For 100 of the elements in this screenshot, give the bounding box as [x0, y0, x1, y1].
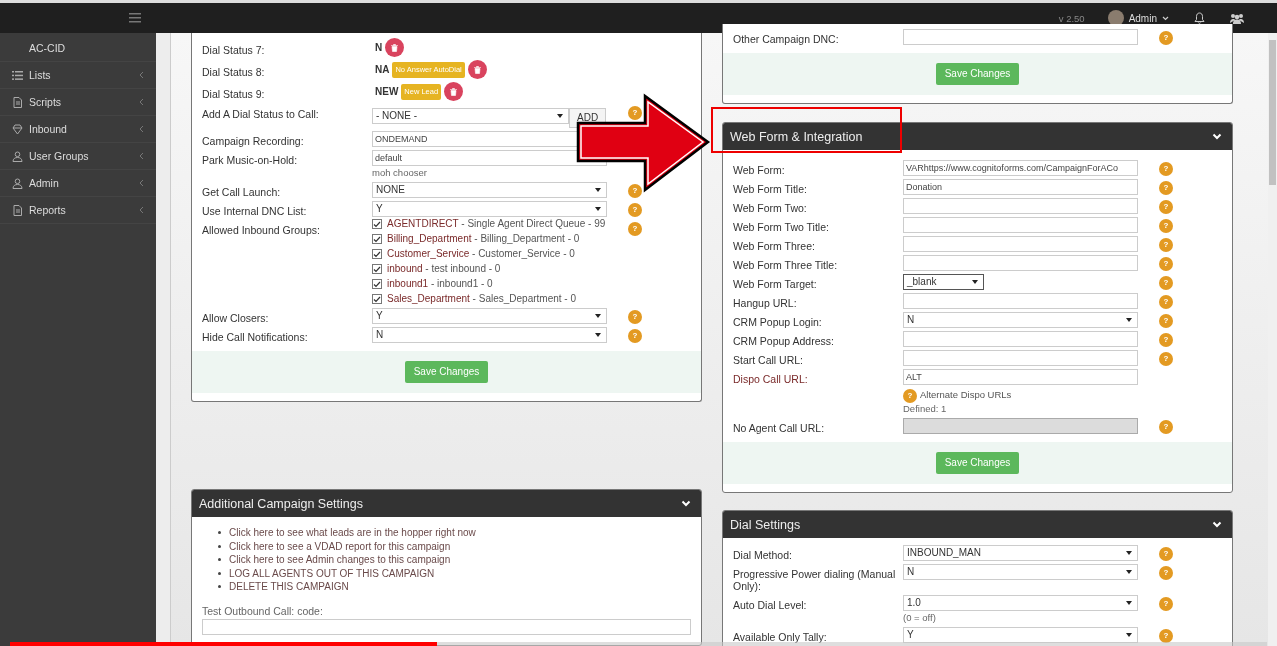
- panel-title: Web Form & Integration: [730, 129, 863, 144]
- checkbox[interactable]: [372, 264, 382, 274]
- select-field[interactable]: Y: [903, 627, 1138, 643]
- document-icon: [12, 96, 23, 108]
- select-field[interactable]: N: [372, 327, 607, 343]
- caret-icon: [595, 314, 601, 318]
- checkbox-label: inbound1 - inbound1 - 0: [387, 278, 493, 290]
- field-label: Other Campaign DNC:: [733, 32, 840, 45]
- input-field[interactable]: [903, 236, 1138, 252]
- campaign-link[interactable]: DELETE THIS CAMPAIGN: [229, 580, 349, 594]
- status-code: NA: [375, 63, 390, 76]
- collapse-icon[interactable]: [1212, 521, 1222, 528]
- input-field[interactable]: [903, 29, 1138, 45]
- checkbox-label: Sales_Department - Sales_Department - 0: [387, 293, 576, 305]
- collapse-icon[interactable]: [1212, 133, 1222, 140]
- notifications-icon[interactable]: [1194, 12, 1205, 24]
- input-field[interactable]: [202, 618, 691, 635]
- select-field[interactable]: 1.0: [903, 595, 1138, 611]
- scrollbar[interactable]: [1268, 33, 1277, 646]
- checkbox[interactable]: [372, 294, 382, 304]
- campaign-link[interactable]: Click here to see what leads are in the hopper right now: [229, 526, 476, 540]
- caret-icon: [1126, 633, 1132, 637]
- select-field[interactable]: NONE: [372, 182, 607, 198]
- select-field[interactable]: N: [903, 564, 1138, 580]
- caret-icon: [1126, 318, 1132, 322]
- field-label: Progressive Power dialing (Manual Only):: [733, 567, 897, 592]
- checkbox-label: Customer_Service - Customer_Service - 0: [387, 248, 575, 260]
- caret-icon: [595, 333, 601, 337]
- field-label: Dial Status 8:: [202, 64, 266, 78]
- delete-button[interactable]: [467, 60, 487, 79]
- field-label: No Agent Call URL:: [733, 421, 826, 434]
- users-icon[interactable]: [1230, 12, 1244, 24]
- checkbox-label: inbound - test inbound - 0: [387, 263, 501, 275]
- caret-icon: [595, 207, 601, 211]
- panel-title: Dial Settings: [730, 517, 801, 532]
- bullet-icon: [218, 531, 221, 535]
- field-note: moh chooser: [372, 166, 428, 179]
- alternate-dispo-link[interactable]: Alternate Dispo URLs: [920, 389, 1012, 401]
- field-label: CRM Popup Address:: [733, 334, 835, 347]
- panel-title: Additional Campaign Settings: [199, 496, 363, 511]
- input-field[interactable]: [903, 293, 1138, 309]
- caret-icon: [1126, 601, 1132, 605]
- chevron-left-icon: [139, 206, 144, 214]
- input-field[interactable]: VARhttps://www.cognitoforms.com/CampaignForACo: [903, 160, 1138, 176]
- field-note: (0 = off): [903, 611, 937, 624]
- input-field[interactable]: [903, 350, 1138, 366]
- campaign-link[interactable]: Click here to see Admin changes to this campaign: [229, 553, 451, 567]
- person-icon: [12, 177, 23, 189]
- caret-icon: [595, 188, 601, 192]
- status-code: N: [375, 41, 383, 54]
- trash-icon: [391, 43, 399, 52]
- input-field[interactable]: Donation: [903, 179, 1138, 195]
- caret-icon: [1126, 570, 1132, 574]
- field-label: Use Internal DNC List:: [202, 204, 308, 217]
- checkbox[interactable]: [372, 279, 382, 289]
- checkbox-label: AGENTDIRECT - Single Agent Direct Queue - 99: [387, 218, 606, 230]
- caret-icon: [972, 280, 978, 284]
- input-field[interactable]: ALT: [903, 369, 1138, 385]
- field-label: Add A Dial Status to Call:: [202, 107, 320, 120]
- chevron-left-icon: [139, 71, 144, 79]
- input-field[interactable]: [903, 198, 1138, 214]
- menu-icon[interactable]: [129, 13, 141, 23]
- field-label: Web Form Three:: [733, 239, 816, 252]
- person-icon: [12, 150, 23, 162]
- field-label: Web Form Target:: [733, 277, 818, 290]
- input-field[interactable]: [903, 217, 1138, 233]
- delete-button[interactable]: [444, 82, 464, 101]
- checkbox[interactable]: [372, 219, 382, 229]
- chevron-left-icon: [139, 98, 144, 106]
- select-field[interactable]: N: [903, 312, 1138, 328]
- bullet-icon: [218, 585, 221, 589]
- select-field[interactable]: Y: [372, 308, 607, 324]
- campaign-link[interactable]: Click here to see a VDAD report for this campaign: [229, 539, 451, 553]
- select-field[interactable]: INBOUND_MAN: [903, 545, 1138, 561]
- user-menu[interactable]: Admin: [1128, 12, 1157, 24]
- select-field[interactable]: Y: [372, 201, 607, 217]
- status-code: NEW: [375, 85, 399, 98]
- campaign-link[interactable]: LOG ALL AGENTS OUT OF THIS CAMPAIGN: [229, 566, 435, 580]
- input-field[interactable]: [903, 255, 1138, 271]
- field-note: Defined: 1: [903, 403, 948, 415]
- checkbox[interactable]: [372, 249, 382, 259]
- chevron-down-icon[interactable]: [1162, 15, 1169, 21]
- bullet-icon: [218, 544, 221, 548]
- field-label: Dial Status 7:: [202, 42, 266, 56]
- select-field[interactable]: _blank: [903, 274, 984, 290]
- field-label: Campaign Recording:: [202, 134, 305, 147]
- field-label: Available Only Tally:: [733, 630, 828, 643]
- field-label: Dispo Call URL:: [733, 372, 809, 385]
- select-field[interactable]: - NONE -: [372, 108, 569, 124]
- delete-button[interactable]: [385, 38, 405, 57]
- video-progress-bar[interactable]: [10, 642, 1267, 646]
- field-label: Allowed Inbound Groups:: [202, 223, 321, 236]
- field-label: Hangup URL:: [733, 296, 798, 309]
- caret-icon: [1126, 551, 1132, 555]
- input-field[interactable]: [903, 331, 1138, 347]
- collapse-icon[interactable]: [681, 500, 691, 507]
- chevron-left-icon: [139, 152, 144, 160]
- field-label: Web Form Three Title:: [733, 258, 839, 271]
- checkbox[interactable]: [372, 234, 382, 244]
- field-label: Dial Method:: [733, 548, 793, 561]
